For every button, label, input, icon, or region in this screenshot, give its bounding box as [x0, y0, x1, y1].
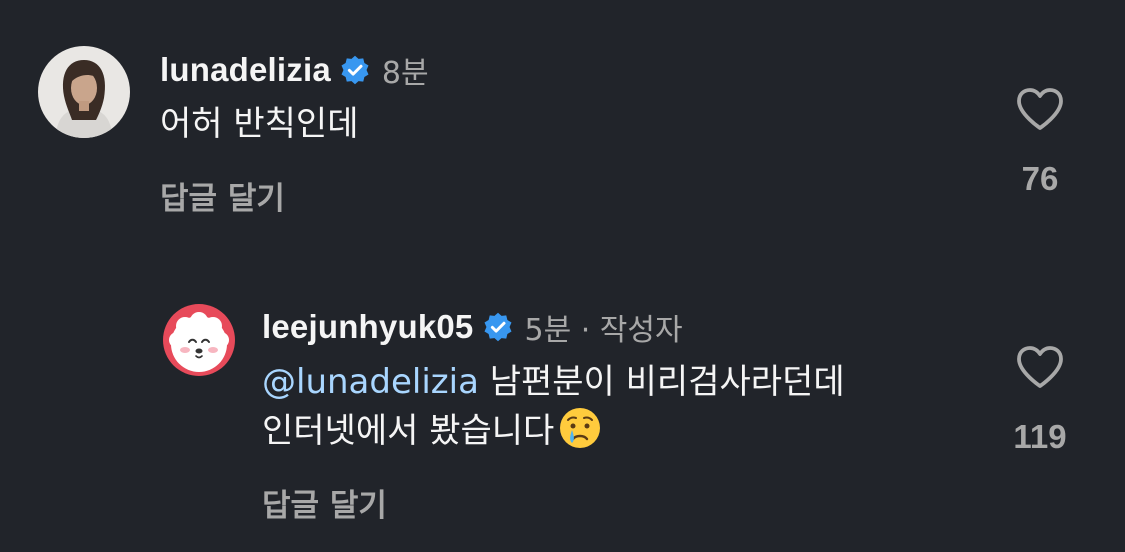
username[interactable]: lunadelizia [160, 51, 331, 89]
like-button[interactable] [1010, 86, 1070, 132]
comment-text-part: 남편분이 비리검사라던데 [489, 362, 845, 402]
avatar-lunadelizia[interactable] [38, 46, 130, 138]
heart-outline-icon [1017, 346, 1063, 388]
like-count: 76 [1021, 160, 1059, 197]
comment-text-body: 어허 반칙인데 [160, 104, 359, 144]
comment-header: leejunhyuk05 5분 · 작성자 [262, 305, 683, 349]
heart-outline-icon [1017, 88, 1063, 130]
comment-header: lunadelizia 8분 [160, 48, 429, 92]
comment-text: 어허 반칙인데 [160, 100, 359, 148]
reply-button[interactable]: 답글 달기 [160, 173, 285, 218]
crying-face-emoji [558, 406, 602, 450]
username[interactable]: leejunhyuk05 [262, 308, 474, 346]
comment-text: @lunadelizia 남편분이 비리검사라던데 인터넷에서 봤습니다 [262, 358, 845, 455]
verified-badge-icon [483, 312, 513, 342]
comment-line-2: 인터넷에서 봤습니다 [262, 406, 845, 455]
comment-text-part: 인터넷에서 봤습니다 [262, 411, 555, 451]
timestamp-author: 5분 · 작성자 [524, 313, 683, 348]
comment-lunadelizia: lunadelizia 8분 어허 반칙인데 답글 달기 76 [0, 0, 1125, 260]
comment-line-1: @lunadelizia 남편분이 비리검사라던데 [262, 358, 845, 406]
comment-leejunhyuk05: leejunhyuk05 5분 · 작성자 @lunadelizia 남편분이 … [0, 260, 1125, 552]
like-button[interactable] [1010, 344, 1070, 390]
avatar-leejunhyuk05[interactable] [163, 304, 235, 376]
mention-link[interactable]: @lunadelizia [262, 362, 479, 402]
timestamp: 8분 [381, 56, 429, 91]
like-count: 119 [1013, 418, 1067, 455]
reply-button[interactable]: 답글 달기 [262, 480, 387, 525]
verified-badge-icon [340, 55, 370, 85]
